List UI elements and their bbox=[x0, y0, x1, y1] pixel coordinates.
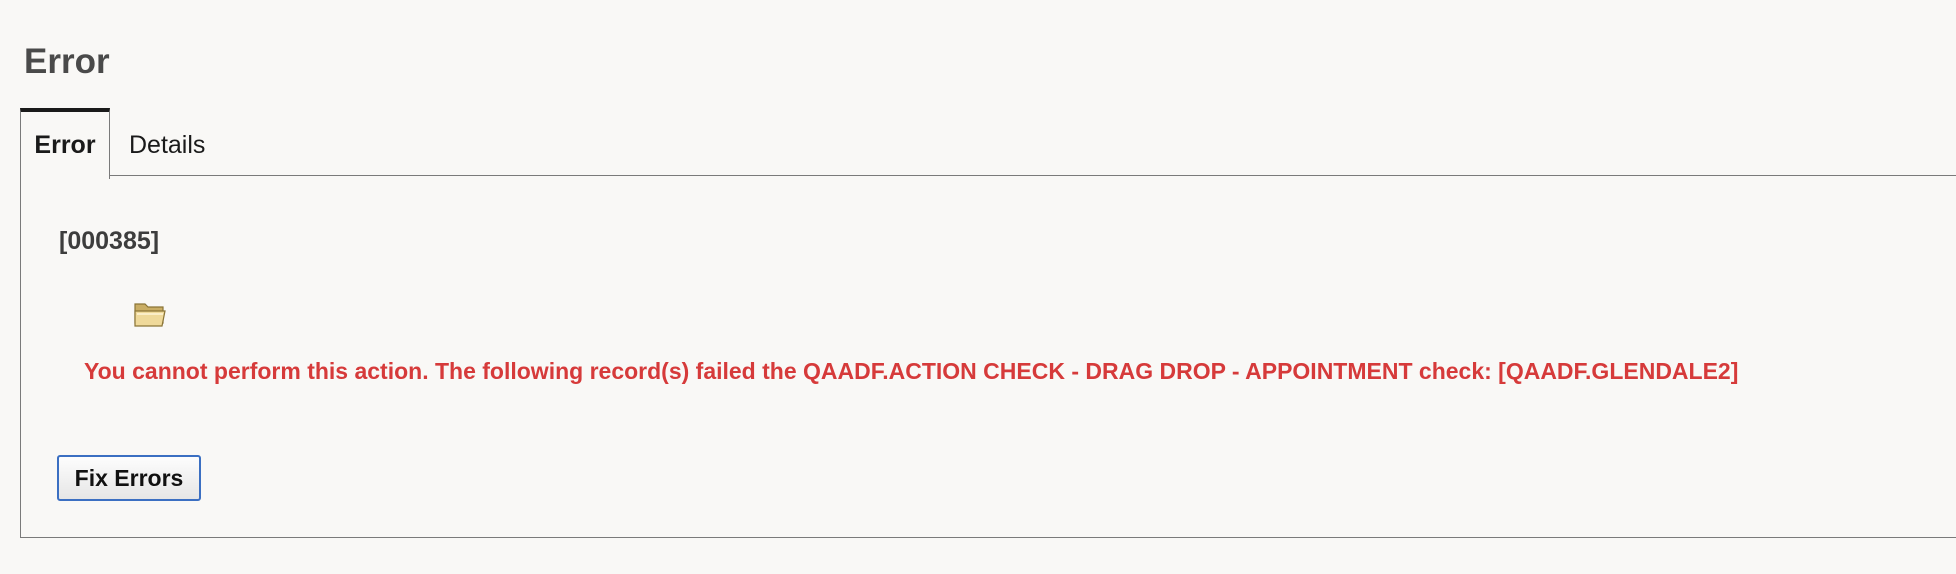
page-title: Error bbox=[24, 42, 110, 81]
error-panel: [000385] You cannot perform this action.… bbox=[20, 175, 1956, 538]
error-message: You cannot perform this action. The foll… bbox=[84, 358, 1739, 384]
tab-error[interactable]: Error bbox=[20, 108, 110, 179]
error-page: Error Error Details [000385] You cannot … bbox=[0, 0, 1956, 574]
folder-open-icon bbox=[133, 300, 167, 328]
error-code: [000385] bbox=[59, 227, 160, 255]
fix-errors-button[interactable]: Fix Errors bbox=[57, 455, 201, 501]
tab-bar: Error Details bbox=[20, 108, 1956, 179]
tab-details[interactable]: Details bbox=[129, 112, 205, 178]
